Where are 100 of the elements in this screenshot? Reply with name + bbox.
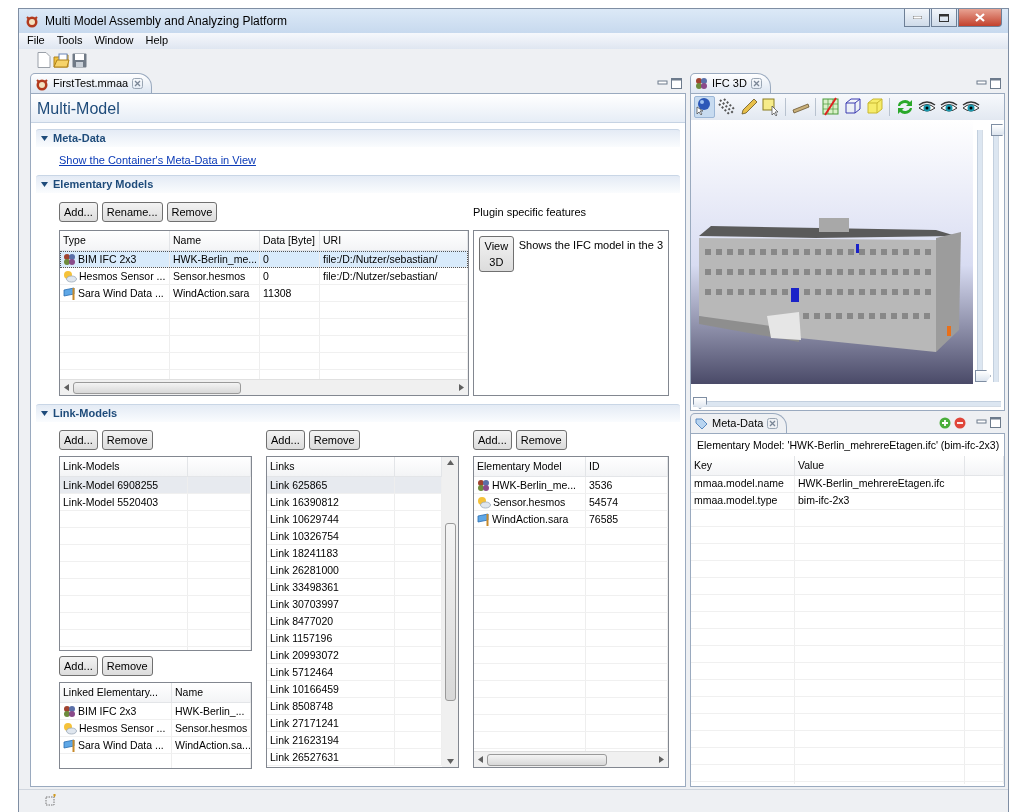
scrollbar-thumb[interactable] — [487, 753, 607, 766]
table-row[interactable]: Link 10326754 — [267, 528, 442, 546]
button[interactable]: Add... — [266, 430, 305, 451]
scroll-up-icon[interactable] — [446, 460, 454, 466]
menu-item[interactable]: Window — [88, 33, 140, 49]
open-folder-icon[interactable] — [53, 52, 70, 68]
table-row[interactable]: Link 21623194 — [267, 732, 442, 750]
scroll-right-icon[interactable] — [459, 384, 464, 392]
table-row[interactable]: Link 20993072 — [267, 647, 442, 665]
expand-triangle-icon[interactable] — [40, 180, 49, 190]
scroll-left-icon[interactable] — [478, 756, 483, 764]
menu-item[interactable]: File — [21, 33, 51, 49]
slider-track[interactable] — [975, 130, 991, 382]
close-icon[interactable] — [750, 78, 762, 89]
section-title[interactable]: Meta-Data — [53, 131, 106, 146]
section-title[interactable]: Link-Models — [53, 407, 118, 421]
table-row[interactable]: Link 33498361 — [267, 579, 442, 597]
column-header[interactable]: Data [Byte] — [263, 234, 315, 247]
table-row[interactable]: Link-Model 6908255 — [60, 477, 251, 495]
table-row[interactable]: Link 26281000 — [267, 562, 442, 580]
link[interactable]: Show the Container's Meta-Data in View — [59, 154, 256, 168]
tool-button[interactable] — [694, 96, 715, 118]
expand-triangle-icon[interactable] — [40, 409, 49, 419]
table-row[interactable]: Link 5712464 — [267, 664, 442, 682]
table-row[interactable]: Hesmos Sensor ... Sensor.hesmos 0 file:/D:/Nutzer/sebastian/ — [60, 268, 468, 286]
scroll-right-icon[interactable] — [659, 756, 664, 764]
horizontal-scrollbar[interactable] — [474, 751, 668, 768]
table-row[interactable]: Sara Wind Data ... WindAction.sa... — [60, 737, 251, 755]
button[interactable]: Add... — [59, 202, 98, 223]
column-header[interactable]: Links — [270, 460, 295, 473]
table-row[interactable]: Link 16390812 — [267, 494, 442, 512]
column-header[interactable]: Key — [694, 458, 713, 472]
save-icon[interactable] — [72, 52, 87, 68]
maximize-icon[interactable] — [671, 77, 682, 89]
view-tab[interactable]: Meta-Data — [690, 413, 788, 433]
column-header[interactable]: Elementary Model — [477, 460, 562, 473]
button[interactable]: Remove — [101, 656, 153, 677]
slider-thumb[interactable] — [975, 370, 991, 382]
horizontal-scrollbar[interactable] — [60, 379, 468, 396]
button[interactable]: Remove — [101, 430, 153, 451]
maximize-button[interactable] — [931, 9, 957, 27]
column-header[interactable]: ID — [589, 460, 600, 473]
close-icon[interactable] — [767, 418, 779, 429]
column-header[interactable]: URI — [323, 234, 342, 247]
menu-item[interactable]: Help — [139, 33, 175, 49]
button[interactable]: Remove — [308, 430, 360, 451]
scroll-down-icon[interactable] — [446, 759, 454, 765]
remove-icon[interactable] — [954, 417, 966, 429]
table-row[interactable]: BIM IFC 2x3 HWK-Berlin_me... 0 file:/D:/Nutzer/sebastian/ — [60, 251, 468, 269]
add-icon[interactable] — [939, 417, 951, 429]
table-row[interactable]: HWK-Berlin_me... 3536 — [474, 477, 668, 495]
table-row[interactable]: Link 26527631 — [267, 749, 442, 767]
table-row[interactable]: Sensor.hesmos 54574 — [474, 494, 668, 512]
column-header[interactable]: Linked Elementary... — [63, 686, 158, 699]
maximize-icon[interactable] — [990, 417, 1001, 428]
column-header[interactable]: Type — [63, 234, 86, 247]
column-header[interactable]: Value — [798, 458, 825, 472]
button[interactable]: Add... — [59, 430, 98, 451]
table-row[interactable]: BIM IFC 2x3 HWK-Berlin_... — [60, 703, 251, 721]
column-header[interactable]: Name — [173, 234, 201, 247]
section-title[interactable]: Elementary Models — [53, 178, 154, 192]
close-icon[interactable] — [132, 78, 144, 89]
button[interactable]: Add... — [59, 656, 98, 677]
button[interactable]: Add... — [473, 430, 512, 451]
button[interactable]: Rename... — [101, 202, 163, 223]
close-button[interactable] — [958, 9, 1002, 27]
table-row[interactable]: Link 8477020 — [267, 613, 442, 631]
table-row[interactable]: Link-Model 5520403 — [60, 494, 251, 512]
maximize-icon[interactable] — [990, 77, 1001, 89]
editor-tab[interactable]: FirstTest.mmaa — [30, 73, 153, 93]
table-row[interactable]: Link 10629744 — [267, 511, 442, 529]
scrollbar-thumb[interactable] — [444, 523, 456, 702]
table-row[interactable]: WindAction.sara 76585 — [474, 511, 668, 529]
table-row[interactable]: mmaa.model.type bim-ifc-2x3 — [691, 492, 1004, 510]
table-row[interactable]: Link 625865 — [267, 477, 442, 495]
column-header[interactable]: Link-Models — [63, 460, 120, 473]
view-tab[interactable]: IFC 3D — [690, 73, 771, 93]
scrollbar-thumb[interactable] — [73, 381, 241, 394]
slider-thumb[interactable] — [693, 397, 707, 409]
expand-triangle-icon[interactable] — [40, 134, 49, 143]
table-row[interactable]: Link 8508748 — [267, 698, 442, 716]
table-row[interactable]: Link 30703997 — [267, 596, 442, 614]
table-row[interactable]: Link 10166459 — [267, 681, 442, 699]
slider-thumb[interactable] — [991, 124, 1004, 136]
button[interactable]: View 3D — [479, 236, 514, 273]
fast-view-icon[interactable] — [45, 793, 57, 806]
button[interactable]: Remove — [515, 430, 567, 451]
table-row[interactable]: Hesmos Sensor ... Sensor.hesmos — [60, 720, 251, 738]
table-row[interactable]: Link 27171241 — [267, 715, 442, 733]
table-row[interactable]: Link 1157196 — [267, 630, 442, 648]
slider-track[interactable] — [693, 397, 1001, 409]
table-row[interactable]: Link 18241183 — [267, 545, 442, 563]
table-row[interactable]: mmaa.model.name HWK-Berlin_mehrereEtagen.ifc — [691, 475, 1004, 493]
new-file-icon[interactable] — [37, 52, 51, 68]
vertical-scrollbar[interactable] — [442, 457, 458, 768]
column-header[interactable]: Name — [175, 686, 203, 699]
menu-item[interactable]: Tools — [50, 33, 89, 49]
scroll-left-icon[interactable] — [64, 384, 69, 392]
table-row[interactable]: Sara Wind Data ... WindAction.sara 11308 — [60, 285, 468, 303]
button[interactable]: Remove — [166, 202, 218, 223]
